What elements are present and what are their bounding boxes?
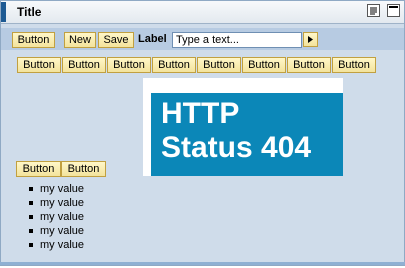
toolbar: Button New Save Label Type a text... [1,28,404,50]
row-button[interactable]: Button [62,57,106,73]
list-item-text: my value [40,239,85,251]
row-button[interactable]: Button [152,57,196,73]
lower-button[interactable]: Button [61,161,106,177]
title-accent-bar [1,2,6,22]
bullet-icon [29,229,33,233]
list-item-text: my value [40,197,85,209]
bullet-icon [29,187,33,191]
list-item-text: my value [40,211,85,223]
save-button[interactable]: Save [98,32,134,48]
image-line-1: HTTP [161,97,240,130]
text-input[interactable]: Type a text... [172,32,302,48]
bullet-icon [29,243,33,247]
list-item: my value [27,238,84,252]
field-label: Label [138,33,167,45]
image-panel: HTTP Status 404 [151,93,343,176]
list-item: my value [27,224,84,238]
minimize-icon[interactable] [387,4,400,17]
row-button[interactable]: Button [332,57,376,73]
list-item-text: my value [40,183,85,195]
list-item-text: my value [40,225,85,237]
value-list: my value my value my value my value my value [27,182,84,252]
main-window: Title Button New Save Label Type a text.… [0,0,405,266]
menu-icon[interactable] [367,4,380,17]
bullet-icon [29,201,33,205]
lower-button[interactable]: Button [16,161,61,177]
row-button[interactable]: Button [197,57,241,73]
list-item: my value [27,210,84,224]
row-button[interactable]: Button [242,57,286,73]
bottom-border [0,262,405,265]
row-button[interactable]: Button [287,57,331,73]
window-title: Title [17,5,42,19]
list-item: my value [27,196,84,210]
bullet-icon [29,215,33,219]
list-item: my value [27,182,84,196]
play-arrow-icon[interactable] [303,32,318,47]
title-bar: Title [1,1,404,24]
image-line-2: Status 404 [161,131,312,164]
new-button[interactable]: New [64,32,96,48]
row-button[interactable]: Button [107,57,151,73]
row-button[interactable]: Button [17,57,61,73]
http-404-image: HTTP Status 404 [143,78,343,176]
toolbar-button[interactable]: Button [12,32,55,48]
